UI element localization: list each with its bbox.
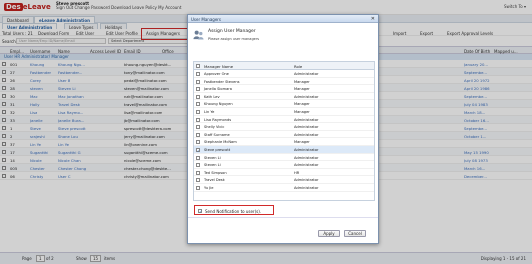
dialog-subheading: Please assign user managers	[208, 37, 260, 41]
manager-row[interactable]: Steve prescott Administrator	[194, 146, 374, 154]
manager-name: Staff Surname	[204, 132, 230, 137]
manager-role: Administrator	[294, 132, 319, 137]
manager-role: Administrator	[294, 94, 319, 99]
manager-name: Travel Desk	[204, 178, 225, 183]
manager-name: Steven Li	[204, 163, 221, 168]
manager-name: Stephanie McNam	[204, 140, 237, 145]
manager-role: Administrator	[294, 155, 319, 160]
manager-role: Manager	[294, 110, 310, 114]
send-notification-label: Send Notification to user(s).	[205, 209, 262, 214]
manager-checkbox[interactable]	[196, 163, 200, 168]
manager-row[interactable]: Approver One Administrator	[194, 70, 374, 78]
manager-name: Lisa Raymonds	[204, 117, 232, 122]
manager-role: Administrator	[294, 163, 319, 168]
manager-role: Administrator	[294, 125, 319, 130]
manager-role: Administrator	[294, 72, 319, 76]
manager-role: Manager	[294, 102, 310, 107]
manager-row[interactable]: Fastbender Stevens Manager	[194, 78, 374, 86]
manager-name: Steve prescott	[204, 148, 231, 152]
manager-checkbox[interactable]	[196, 140, 200, 145]
dialog-footer: Apply Cancel	[188, 217, 378, 243]
manager-checkbox[interactable]	[196, 125, 200, 130]
manager-row[interactable]: Janella Siomara Manager	[194, 85, 374, 93]
manager-name: Approver One	[204, 72, 229, 76]
manager-checkbox[interactable]	[196, 72, 200, 76]
col-role[interactable]: Role	[294, 64, 302, 69]
manager-role: Manager	[294, 140, 310, 145]
manager-row[interactable]: Khoung Nguyen Manager	[194, 100, 374, 108]
manager-checkbox[interactable]	[196, 102, 200, 107]
user-managers-dialog: User Managers ✕ Assign User Manager Plea…	[187, 14, 379, 244]
manager-name: Yu Jie	[204, 186, 214, 190]
manager-checkbox[interactable]	[196, 178, 200, 183]
select-all-checkbox[interactable]	[196, 64, 200, 68]
manager-role: Administrator	[294, 117, 319, 122]
apply-button[interactable]: Apply	[318, 230, 340, 237]
manager-row[interactable]: Travel Desk Administrator	[194, 176, 374, 184]
manager-role: Manager	[294, 87, 310, 92]
manager-row[interactable]: Kath Lev Administrator	[194, 93, 374, 101]
manager-checkbox[interactable]	[196, 186, 200, 190]
close-icon[interactable]: ✕	[371, 16, 375, 22]
col-manager-name[interactable]: Manager Name	[204, 64, 233, 69]
manager-row[interactable]: Steven Li Administrator	[194, 161, 374, 169]
manager-checkbox[interactable]	[196, 117, 200, 122]
manager-name: Kath Lev	[204, 94, 220, 99]
manager-row[interactable]: Staff Surname Administrator	[194, 131, 374, 139]
manager-role: Manager	[294, 79, 310, 84]
manager-row[interactable]: Ted Simpson HR	[194, 169, 374, 177]
manager-role: Administrator	[294, 148, 319, 152]
manager-row[interactable]: Steven Li Administrator	[194, 154, 374, 162]
send-notification-option[interactable]: Send Notification to user(s).	[194, 205, 274, 215]
manager-role: HR	[294, 170, 300, 175]
manager-name: Fastbender Stevens	[204, 79, 240, 84]
manager-name: Steven Li	[204, 155, 221, 160]
manager-role: Administrator	[294, 178, 319, 183]
manager-role: Administrator	[294, 186, 319, 190]
manager-row[interactable]: Yu Jie Administrator	[194, 184, 374, 192]
manager-name: Janella Siomara	[204, 87, 232, 92]
users-icon	[193, 30, 204, 40]
dialog-heading: Assign User Manager	[208, 29, 256, 34]
manager-checkbox[interactable]	[196, 170, 200, 175]
send-notification-checkbox[interactable]	[198, 209, 202, 214]
manager-name: Ted Simpson	[204, 170, 227, 175]
managers-grid-header: Manager Name Role	[194, 62, 374, 70]
manager-row[interactable]: Stephanie McNam Manager	[194, 138, 374, 146]
dialog-title: User Managers	[188, 15, 378, 23]
manager-checkbox[interactable]	[196, 94, 200, 99]
manager-checkbox[interactable]	[196, 110, 200, 114]
manager-checkbox[interactable]	[196, 155, 200, 160]
manager-checkbox[interactable]	[196, 132, 200, 137]
manager-row[interactable]: Lin Ye Manager	[194, 108, 374, 116]
managers-grid: Manager Name Role Approver One Administra…	[193, 61, 375, 201]
manager-checkbox[interactable]	[196, 79, 200, 84]
manager-checkbox[interactable]	[196, 87, 200, 92]
manager-name: Lin Ye	[204, 110, 215, 114]
manager-row[interactable]: Shelly Vicic Administrator	[194, 123, 374, 131]
cancel-button[interactable]: Cancel	[344, 230, 366, 237]
manager-name: Shelly Vicic	[204, 125, 225, 130]
manager-checkbox[interactable]	[196, 148, 200, 153]
manager-row[interactable]: Lisa Raymonds Administrator	[194, 116, 374, 124]
manager-name: Khoung Nguyen	[204, 102, 233, 107]
